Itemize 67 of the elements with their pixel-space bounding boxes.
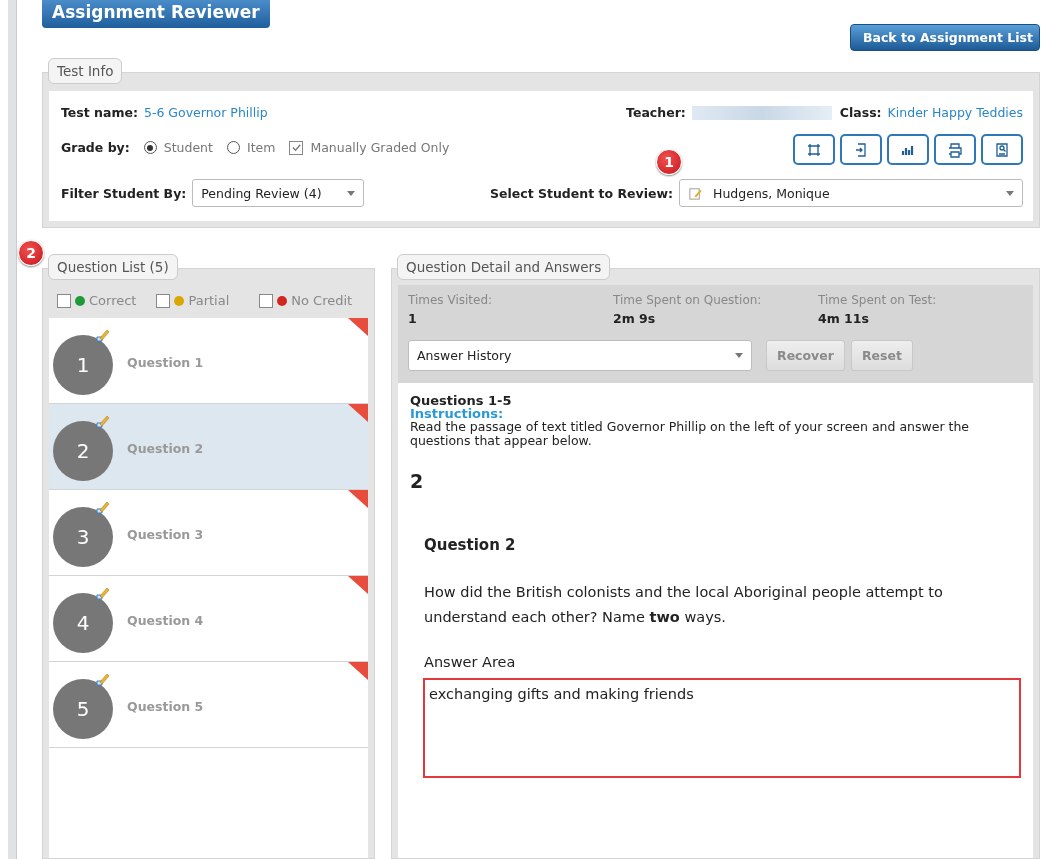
filter-dropdown[interactable]: Pending Review (4) bbox=[192, 179, 365, 207]
question-number: 5 bbox=[53, 678, 113, 739]
chart-icon[interactable] bbox=[887, 134, 929, 165]
filter-label: Partial bbox=[188, 293, 230, 308]
preview-icon[interactable] bbox=[981, 134, 1023, 165]
question-number: 1 bbox=[53, 334, 113, 395]
filter-label: Correct bbox=[89, 293, 137, 308]
question-number: 2 bbox=[53, 420, 113, 481]
question-number: 3 bbox=[53, 506, 113, 567]
test-name-link[interactable]: 5-6 Governor Phillip bbox=[143, 105, 268, 120]
page-title: Assignment Reviewer bbox=[42, 0, 270, 28]
callout-badge: 2 bbox=[18, 240, 44, 266]
question-item[interactable]: 2 Question 2 bbox=[49, 404, 368, 490]
checkbox[interactable] bbox=[289, 140, 304, 155]
question-number: 4 bbox=[53, 592, 113, 653]
section-title: Questions 1-5 bbox=[410, 393, 513, 408]
question-title: Question 2 bbox=[424, 536, 517, 554]
field-label: Test name: bbox=[61, 105, 138, 120]
print-icon[interactable] bbox=[934, 134, 976, 165]
pencil-icon bbox=[94, 500, 110, 516]
pencil-icon bbox=[94, 328, 110, 344]
radio-button[interactable] bbox=[143, 141, 157, 154]
edit-note-icon bbox=[688, 185, 703, 201]
radio-label: Student bbox=[163, 140, 213, 155]
filter-label: No Credit bbox=[291, 293, 353, 308]
radio-button[interactable] bbox=[226, 141, 240, 154]
stat-value: 2m 9s bbox=[613, 311, 657, 326]
question-number: 2 bbox=[410, 470, 425, 492]
checkbox[interactable] bbox=[57, 293, 71, 308]
back-button[interactable]: Back to Assignment List bbox=[849, 24, 1040, 51]
checkbox[interactable] bbox=[259, 293, 274, 308]
instructions-label: Instructions: bbox=[410, 408, 505, 420]
question-item[interactable]: 5 Question 5 bbox=[49, 662, 368, 748]
field-label: Class: bbox=[839, 105, 882, 120]
caret-icon bbox=[347, 190, 356, 196]
answer-label: Answer Area bbox=[424, 654, 517, 670]
checkbox[interactable] bbox=[156, 293, 171, 308]
section-legend: Question List (5) bbox=[48, 254, 178, 280]
field-label: Select Student to Review: bbox=[490, 185, 673, 201]
field-label: Grade by: bbox=[61, 140, 130, 155]
student-dropdown[interactable]: Hudgens, Monique bbox=[679, 179, 1023, 207]
answer-field[interactable]: exchanging gifts and making friends bbox=[423, 678, 1021, 778]
question-item[interactable]: 3 Question 3 bbox=[49, 490, 368, 576]
question-item[interactable]: 4 Question 4 bbox=[49, 576, 368, 662]
exit-icon[interactable] bbox=[840, 134, 882, 165]
question-text: How did the British colonists and the local Aboriginal people attempt to understand each other? Name two ways. bbox=[424, 583, 944, 627]
stat-value: 4m 11s bbox=[818, 311, 870, 326]
pencil-icon bbox=[94, 672, 110, 688]
caret-icon bbox=[1006, 190, 1014, 196]
question-item[interactable]: 1 Question 1 bbox=[49, 318, 368, 404]
pencil-icon bbox=[94, 414, 110, 430]
stat-label: Time Spent on Question: bbox=[613, 293, 763, 307]
field-label: Teacher: bbox=[626, 105, 686, 120]
stat-value: 1 bbox=[408, 311, 418, 326]
instructions-text: Read the passage of text titled Governor Phillip on the left of your screen and answer the questions that appear below. bbox=[410, 420, 971, 448]
stat-label: Time Spent on Test: bbox=[818, 293, 938, 307]
checkbox-label: Manually Graded Only bbox=[310, 140, 450, 155]
answer-history-dropdown[interactable]: Answer History bbox=[408, 340, 752, 371]
section-legend: Question Detail and Answers bbox=[397, 254, 611, 280]
radio-label: Item bbox=[246, 140, 276, 155]
stat-label: Times Visited: bbox=[408, 293, 494, 307]
class-link[interactable]: Kinder Happy Teddies bbox=[887, 105, 1023, 120]
field-label: Filter Student By: bbox=[61, 185, 187, 201]
caret-icon bbox=[735, 353, 743, 358]
expand-icon[interactable] bbox=[793, 134, 835, 165]
pencil-icon bbox=[94, 586, 110, 602]
section-legend: Test Info bbox=[48, 58, 123, 84]
